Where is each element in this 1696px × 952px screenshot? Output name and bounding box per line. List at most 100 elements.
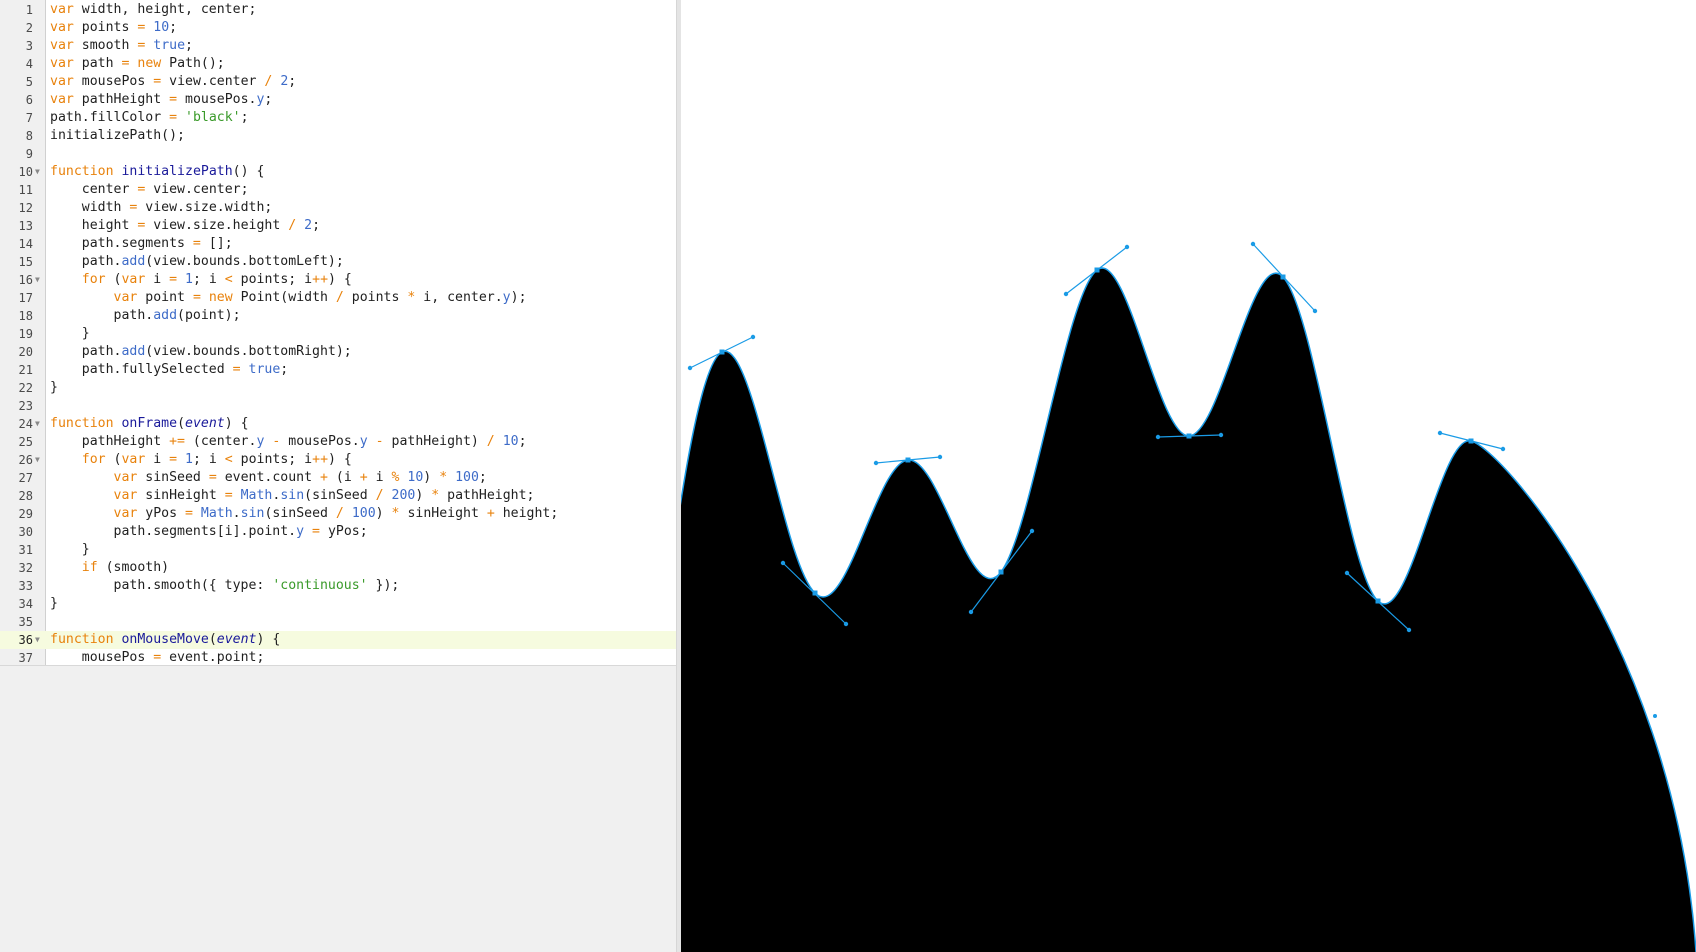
code-line[interactable]: 1 var width, height, center; <box>0 1 676 19</box>
code-text: var path = new Path(); <box>50 56 225 71</box>
code-line[interactable]: 16 ▼ for (var i = 1; i < points; i++) { <box>0 271 676 289</box>
handle-in-point[interactable] <box>873 460 879 466</box>
line-number: 18 <box>18 309 33 323</box>
code-line[interactable]: 32 if (smooth) <box>0 559 676 577</box>
handle-out-point[interactable] <box>1406 627 1412 633</box>
segment-anchor-point[interactable] <box>905 457 911 463</box>
code-line[interactable]: 28 var sinHeight = Math.sin(sinSeed / 20… <box>0 487 676 505</box>
code-line[interactable]: 12 width = view.size.width; <box>0 199 676 217</box>
code-line[interactable]: 3 var smooth = true; <box>0 37 676 55</box>
code-line[interactable]: 8 initializePath(); <box>0 127 676 145</box>
line-number: 26 <box>18 453 33 467</box>
code-line[interactable]: 37 mousePos = event.point; <box>0 649 676 665</box>
line-number: 22 <box>18 381 33 395</box>
fold-toggle-icon[interactable]: ▼ <box>35 415 40 433</box>
wave-path <box>681 268 1696 952</box>
code-line[interactable]: 15 path.add(view.bounds.bottomLeft); <box>0 253 676 271</box>
code-line[interactable]: 7 path.fillColor = 'black'; <box>0 109 676 127</box>
code-line[interactable]: 4 var path = new Path(); <box>0 55 676 73</box>
code-line[interactable]: 10 ▼ function initializePath() { <box>0 163 676 181</box>
code-line[interactable]: 23 <box>0 397 676 415</box>
line-number: 15 <box>18 255 33 269</box>
line-number: 24 <box>18 417 33 431</box>
code-line[interactable]: 26 ▼ for (var i = 1; i < points; i++) { <box>0 451 676 469</box>
code-line[interactable]: 24 ▼ function onFrame(event) { <box>0 415 676 433</box>
handle-out-point[interactable] <box>750 334 756 340</box>
line-number: 1 <box>25 3 33 17</box>
handle-in-point[interactable] <box>1437 430 1443 436</box>
line-number: 28 <box>18 489 33 503</box>
segment-anchor-point[interactable] <box>1094 267 1100 273</box>
line-number: 6 <box>25 93 33 107</box>
canvas-view[interactable] <box>681 0 1696 952</box>
code-line[interactable]: 29 var yPos = Math.sin(sinSeed / 100) * … <box>0 505 676 523</box>
code-line[interactable]: 27 var sinSeed = event.count + (i + i % … <box>0 469 676 487</box>
code-line[interactable]: 31 } <box>0 541 676 559</box>
code-text: var sinHeight = Math.sin(sinSeed / 200) … <box>113 488 535 503</box>
segment-anchor-point[interactable] <box>1280 274 1286 280</box>
code-text: center = view.center; <box>50 182 249 197</box>
code-line[interactable]: 21 path.fullySelected = true; <box>0 361 676 379</box>
segment-anchor-point[interactable] <box>812 590 818 596</box>
segment-anchor-point[interactable] <box>719 349 725 355</box>
code-line[interactable]: 20 path.add(view.bounds.bottomRight); <box>0 343 676 361</box>
handle-in-point[interactable] <box>780 560 786 566</box>
handle-in-point[interactable] <box>1250 241 1256 247</box>
code-line[interactable]: 5 var mousePos = view.center / 2; <box>0 73 676 91</box>
handle-out-point[interactable] <box>937 454 943 460</box>
line-number: 29 <box>18 507 33 521</box>
code-text: function initializePath() { <box>50 164 265 179</box>
edge-handle-point[interactable] <box>1653 714 1657 718</box>
code-line[interactable]: 25 pathHeight += (center.y - mousePos.y … <box>0 433 676 451</box>
code-text: for (var i = 1; i < points; i++) { <box>81 452 352 467</box>
handle-out-point[interactable] <box>1124 244 1130 250</box>
code-line[interactable]: 17 var point = new Point(width / points … <box>0 289 676 307</box>
handle-in-point[interactable] <box>1344 570 1350 576</box>
line-number: 19 <box>18 327 33 341</box>
handle-out-point[interactable] <box>1500 446 1506 452</box>
handle-out-point[interactable] <box>1312 308 1318 314</box>
code-text: path.segments = []; <box>50 236 233 251</box>
handle-in-point[interactable] <box>968 609 974 615</box>
handle-out-point[interactable] <box>1029 528 1035 534</box>
code-line[interactable]: 9 <box>0 145 676 163</box>
code-text: function onMouseMove(event) { <box>50 632 281 647</box>
wave-canvas[interactable] <box>681 0 1696 952</box>
fold-toggle-icon[interactable]: ▼ <box>35 631 40 649</box>
line-number: 23 <box>18 399 33 413</box>
code-line[interactable]: 6 var pathHeight = mousePos.y; <box>0 91 676 109</box>
code-text: } <box>50 596 58 611</box>
code-line[interactable]: 34} <box>0 595 676 613</box>
segment-anchor-point[interactable] <box>1375 598 1381 604</box>
code-line[interactable]: 14 path.segments = []; <box>0 235 676 253</box>
fold-toggle-icon[interactable]: ▼ <box>35 163 40 181</box>
line-number: 3 <box>25 39 33 53</box>
code-line[interactable]: 13 height = view.size.height / 2; <box>0 217 676 235</box>
fold-toggle-icon[interactable]: ▼ <box>35 271 40 289</box>
handle-in-point[interactable] <box>1063 291 1069 297</box>
handle-in-point[interactable] <box>1155 434 1161 440</box>
code-line[interactable]: 18 path.add(point); <box>0 307 676 325</box>
segment-anchor-point[interactable] <box>998 569 1004 575</box>
code-text: path.add(point); <box>50 308 241 323</box>
line-number: 12 <box>18 201 33 215</box>
segment-anchor-point[interactable] <box>1186 433 1192 439</box>
handle-in-point[interactable] <box>687 365 693 371</box>
handle-out-point[interactable] <box>1218 432 1224 438</box>
code-line[interactable]: 35 <box>0 613 676 631</box>
code-editor[interactable]: 1 var width, height, center; 2 var points =… <box>0 0 676 666</box>
fold-toggle-icon[interactable]: ▼ <box>35 451 40 469</box>
code-line[interactable]: 22} <box>0 379 676 397</box>
code-line[interactable]: 36 ▼ function onMouseMove(event) { <box>0 631 676 649</box>
code-text: for (var i = 1; i < points; i++) { <box>81 272 352 287</box>
code-text: pathHeight += (center.y - mousePos.y - p… <box>50 434 527 449</box>
code-line[interactable]: 30 path.segments[i].point.y = yPos; <box>0 523 676 541</box>
code-text: path.smooth({ type: 'continuous' }); <box>50 578 400 593</box>
code-line[interactable]: 11 center = view.center; <box>0 181 676 199</box>
code-line[interactable]: 33 path.smooth({ type: 'continuous' }); <box>0 577 676 595</box>
segment-anchor-point[interactable] <box>1468 438 1474 444</box>
code-line[interactable]: 19 } <box>0 325 676 343</box>
code-text: mousePos = event.point; <box>50 650 265 665</box>
handle-out-point[interactable] <box>843 621 849 627</box>
code-line[interactable]: 2 var points = 10; <box>0 19 676 37</box>
